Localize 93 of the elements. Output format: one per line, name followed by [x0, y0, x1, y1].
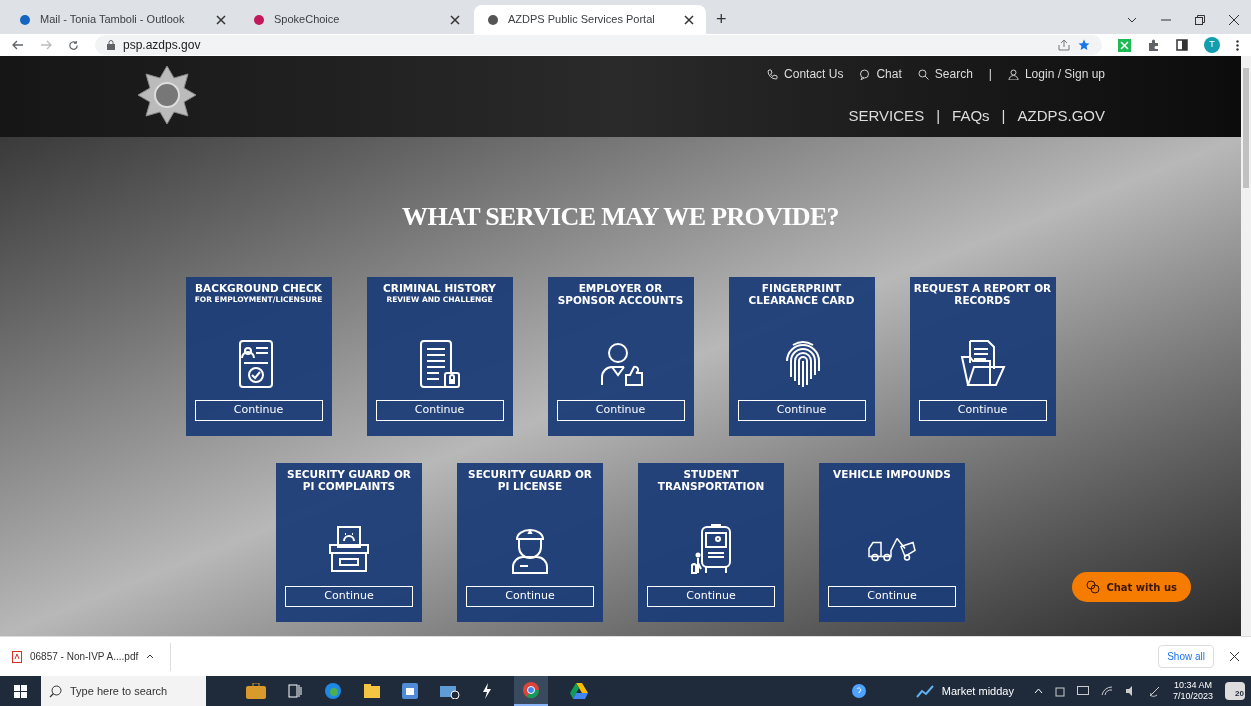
browser-tab[interactable]: SpokeChoice	[240, 5, 472, 34]
card-title: BACKGROUND CHECK	[195, 282, 322, 294]
menu-icon[interactable]	[1236, 39, 1239, 51]
header-link[interactable]: Login / Sign up	[1007, 65, 1105, 83]
weather-widget[interactable]: Market midday	[915, 682, 1014, 700]
address-field[interactable]: psp.azdps.gov	[95, 35, 1102, 55]
new-tab-button[interactable]: +	[708, 5, 735, 34]
page-heading: WHAT SERVICE MAY WE PROVIDE?	[402, 201, 839, 233]
card-title: EMPLOYER OR SPONSOR ACCOUNTS	[556, 282, 685, 306]
back-icon[interactable]	[12, 40, 24, 50]
tab-title: SpokeChoice	[274, 12, 341, 28]
separator-text: |	[1001, 106, 1006, 126]
minimize-icon[interactable]	[1161, 18, 1171, 21]
header-link[interactable]: Contact Us	[767, 65, 844, 83]
search-icon	[917, 68, 929, 80]
spreadsheet-icon[interactable]	[1118, 38, 1131, 52]
chevron-down-icon[interactable]	[1127, 16, 1137, 23]
site-icon	[252, 12, 266, 27]
site-icon	[18, 12, 32, 27]
chat-with-us-button[interactable]: Chat with us	[1072, 572, 1191, 602]
chrome-taskbar-button[interactable]	[514, 676, 548, 706]
chat-icon	[859, 68, 871, 80]
nav-link[interactable]: AZDPS.GOV	[1017, 105, 1105, 128]
scrollbar[interactable]	[1241, 56, 1251, 636]
header-link[interactable]: Search	[917, 65, 973, 83]
clock-time: 10:34 AM	[1173, 680, 1212, 691]
continue-button[interactable]: Continue	[918, 400, 1047, 421]
close-icon[interactable]	[450, 14, 460, 25]
header-link[interactable]: Chat	[859, 65, 902, 83]
drive-icon[interactable]	[570, 683, 588, 699]
site-icon	[486, 12, 500, 27]
stock-chart-icon	[915, 684, 934, 698]
wifi-icon[interactable]	[1100, 686, 1113, 696]
clock-date: 7/10/2023	[1172, 691, 1213, 702]
card-title: VEHICLE IMPOUNDS	[833, 468, 951, 480]
continue-button[interactable]: Continue	[647, 586, 775, 607]
lightning-icon[interactable]	[482, 683, 492, 699]
continue-button[interactable]: Continue	[737, 400, 866, 421]
nav-link[interactable]: FAQs	[952, 105, 990, 128]
show-all-button[interactable]: Show all	[1158, 645, 1214, 668]
continue-button[interactable]: Continue	[375, 400, 504, 421]
phone-icon	[767, 68, 779, 80]
task-view-icon[interactable]	[288, 684, 302, 698]
folder-icon[interactable]	[364, 684, 380, 698]
share-icon[interactable]	[1058, 39, 1070, 51]
browser-tab[interactable]: AZDPS Public Services Portal	[474, 5, 706, 34]
separator-text: |	[988, 66, 992, 83]
close-icon[interactable]	[216, 14, 226, 25]
pdf-file-icon	[12, 650, 22, 663]
badge-logo[interactable]	[136, 64, 198, 126]
side-panel-icon[interactable]	[1176, 39, 1188, 51]
edge-icon[interactable]	[324, 682, 342, 700]
close-icon[interactable]	[1230, 652, 1239, 661]
display-icon[interactable]	[1076, 685, 1089, 697]
browser-tab[interactable]: Mail - Tonia Tamboli - Outlook	[6, 5, 238, 34]
search-icon	[49, 684, 62, 698]
separator-text: |	[936, 106, 941, 126]
continue-button[interactable]: Continue	[828, 586, 956, 607]
tow-truck-icon	[867, 536, 917, 562]
notifications-button[interactable]: 20	[1225, 682, 1245, 700]
chevron-up-icon[interactable]	[1033, 688, 1043, 694]
continue-button[interactable]: Continue	[556, 400, 685, 421]
lock-icon	[107, 40, 115, 50]
card-title: SECURITY GUARD OR PI LICENSE	[467, 468, 593, 492]
user-icon	[1007, 68, 1019, 80]
briefcase-icon[interactable]	[246, 683, 266, 699]
url-text: psp.azdps.gov	[123, 37, 201, 54]
close-icon[interactable]	[684, 14, 694, 25]
mail-icon[interactable]	[440, 683, 460, 699]
taskbar-search-field[interactable]: Type here to search	[41, 676, 206, 706]
download-item[interactable]: 06857 - Non-IVP A....pdf	[12, 642, 172, 671]
puzzle-icon[interactable]	[1147, 38, 1160, 52]
tab-title: Mail - Tonia Tamboli - Outlook	[40, 12, 186, 28]
card-title: REQUEST A REPORT OR RECORDS	[913, 282, 1052, 306]
reload-icon[interactable]	[68, 39, 79, 51]
nav-link[interactable]: SERVICES	[848, 105, 925, 128]
card-title: FINGERPRINT CLEARANCE CARD	[747, 282, 856, 306]
card-title: STUDENT TRANSPORTATION	[656, 468, 766, 492]
continue-button[interactable]: Continue	[194, 400, 323, 421]
chat-bubbles-icon	[1086, 580, 1101, 594]
continue-button[interactable]: Continue	[285, 586, 413, 607]
help-icon[interactable]	[851, 684, 866, 698]
card-title: SECURITY GUARD OR PI COMPLAINTS	[286, 468, 412, 492]
chrome-icon	[522, 681, 540, 699]
continue-button[interactable]: Continue	[466, 586, 594, 607]
start-icon[interactable]	[14, 684, 27, 698]
star-icon[interactable]	[1078, 39, 1090, 51]
store-icon[interactable]	[402, 683, 418, 699]
chevron-up-icon	[146, 654, 155, 659]
card-title: CRIMINAL HISTORY	[383, 282, 496, 294]
restore-icon[interactable]	[1195, 14, 1205, 25]
tab-title: AZDPS Public Services Portal	[508, 12, 656, 28]
close-icon[interactable]	[1229, 14, 1239, 25]
